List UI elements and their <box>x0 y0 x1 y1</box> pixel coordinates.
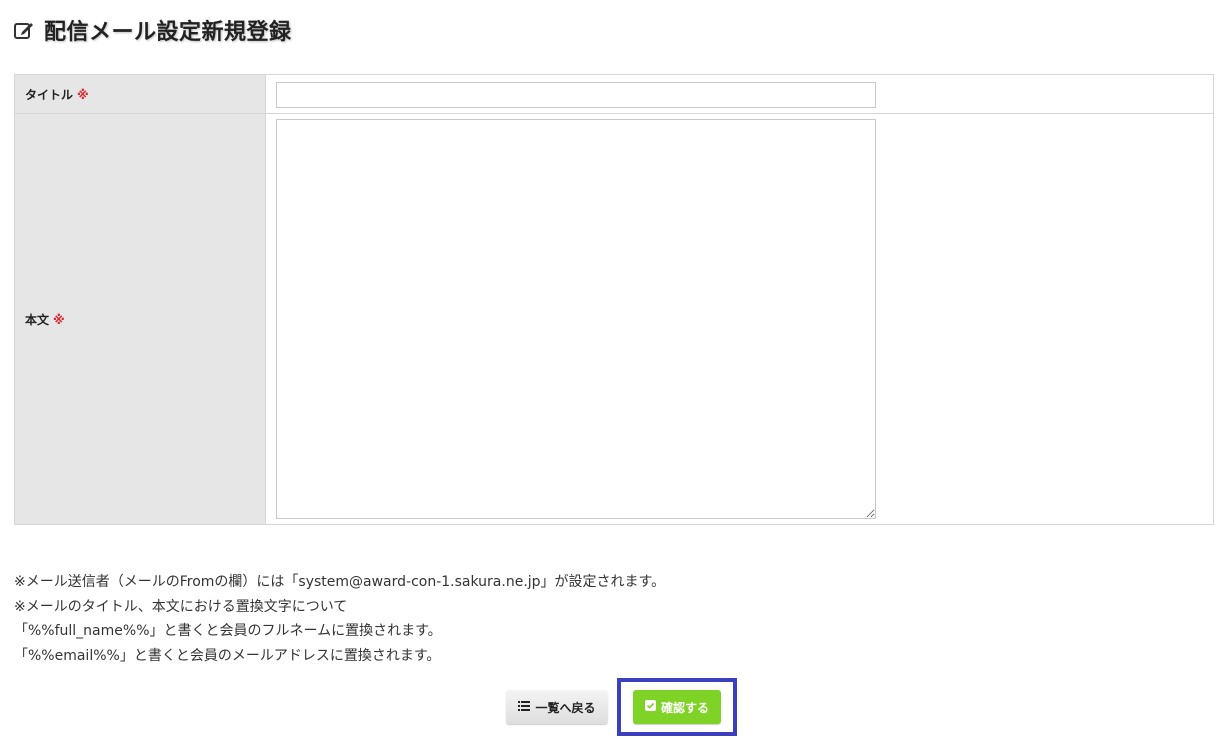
body-field-cell <box>265 113 1214 525</box>
back-to-list-button[interactable]: 一覧へ戻る <box>506 690 608 724</box>
confirm-label: 確認する <box>660 700 709 715</box>
required-mark: ※ <box>53 312 65 327</box>
list-icon <box>518 700 531 714</box>
page-title: 配信メール設定新規登録 <box>12 12 292 48</box>
notes: ※メール送信者（メールのFromの欄）には「system@award-con-1… <box>14 570 665 668</box>
note-replacement-heading: ※メールのタイトル、本文における置換文字について <box>14 598 348 615</box>
body-row: 本文 ※ <box>14 113 1214 525</box>
body-label-cell: 本文 ※ <box>14 113 266 525</box>
title-label-cell: タイトル ※ <box>14 74 266 114</box>
note-email: 「%%email%%」と書くと会員のメールアドレスに置換されます。 <box>14 647 441 664</box>
required-mark: ※ <box>77 87 89 102</box>
page-title-text: 配信メール設定新規登録 <box>44 20 292 45</box>
note-sender: ※メール送信者（メールのFromの欄）には「system@award-con-1… <box>14 574 666 590</box>
body-label: 本文 <box>25 312 50 327</box>
confirm-button[interactable]: 確認する <box>633 690 721 724</box>
title-field-cell <box>265 74 1214 114</box>
check-square-icon <box>644 700 656 714</box>
back-to-list-label: 一覧へ戻る <box>535 700 596 715</box>
note-full-name: 「%%full_name%%」と書くと会員のフルネームに置換されます。 <box>14 623 442 639</box>
body-textarea[interactable] <box>276 119 876 519</box>
registration-form: タイトル ※ 本文 ※ <box>14 74 1214 525</box>
title-label: タイトル <box>25 87 74 102</box>
title-row: タイトル ※ <box>14 74 1214 114</box>
edit-icon <box>12 18 36 42</box>
page: 配信メール設定新規登録 タイトル ※ 本文 ※ ※メール送信者（メールのFromの欄… <box>0 0 1232 742</box>
button-bar: 一覧へ戻る 確認する <box>0 688 1232 726</box>
title-input[interactable] <box>276 82 876 108</box>
